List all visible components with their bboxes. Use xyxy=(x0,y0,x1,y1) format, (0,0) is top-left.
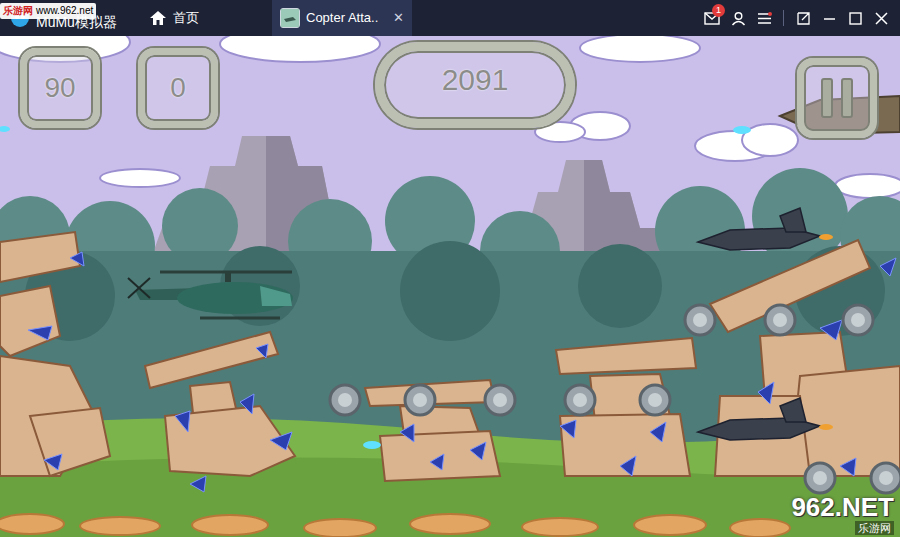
watermark-url: www.962.net xyxy=(36,3,93,19)
menu-button[interactable] xyxy=(751,5,777,31)
site-watermark: 乐游网 www.962.net xyxy=(0,3,96,19)
watermark-brand: 962.NET xyxy=(791,493,894,521)
tab-close-button[interactable]: ✕ xyxy=(393,8,404,28)
maximize-icon xyxy=(849,12,862,25)
pause-bar-icon xyxy=(841,78,853,118)
score-value: 2091 xyxy=(442,57,509,102)
home-icon xyxy=(149,9,167,27)
mail-button[interactable]: 1 xyxy=(699,5,725,31)
pause-button[interactable] xyxy=(797,58,877,138)
tab-label: Copter Atta.. xyxy=(306,8,378,28)
close-button[interactable] xyxy=(868,5,894,31)
maximize-button[interactable] xyxy=(842,5,868,31)
menu-icon xyxy=(757,12,772,25)
tab[interactable]: Copter Atta.. ✕ xyxy=(272,0,412,36)
brand-watermark: 962.NET 乐游网 xyxy=(791,493,894,535)
emulator-window: MuMu模拟器 首页Copter Atta..✕ 1 xyxy=(0,0,900,537)
kills-panel: 0 xyxy=(138,48,218,128)
shrink-icon xyxy=(797,12,810,25)
health-value: 90 xyxy=(44,67,75,109)
minimize-button[interactable] xyxy=(816,5,842,31)
window-controls: 1 xyxy=(699,0,900,36)
kills-value: 0 xyxy=(170,67,186,109)
tab[interactable]: 首页 xyxy=(145,0,272,36)
watermark-site-name: 乐游网 xyxy=(3,3,33,19)
user-button[interactable] xyxy=(725,5,751,31)
tab-strip: 首页 Copter Atta.. ✕ xyxy=(145,0,412,36)
title-bar: MuMu模拟器 首页Copter Atta..✕ 1 xyxy=(0,0,900,36)
pause-bar-icon xyxy=(821,78,833,118)
game-thumbnail-icon xyxy=(280,8,300,28)
minimize-icon xyxy=(823,12,836,25)
user-icon xyxy=(731,11,746,26)
close-icon xyxy=(875,12,888,25)
mail-badge: 1 xyxy=(712,4,725,17)
health-panel: 90 xyxy=(20,48,100,128)
game-view[interactable]: 90 0 2091 962.NET 乐游网 xyxy=(0,36,900,537)
watermark-brand-sub: 乐游网 xyxy=(855,521,894,535)
separator xyxy=(783,10,784,26)
tab-label: 首页 xyxy=(173,8,199,28)
score-panel: 2091 xyxy=(375,42,575,128)
restore-button[interactable] xyxy=(790,5,816,31)
